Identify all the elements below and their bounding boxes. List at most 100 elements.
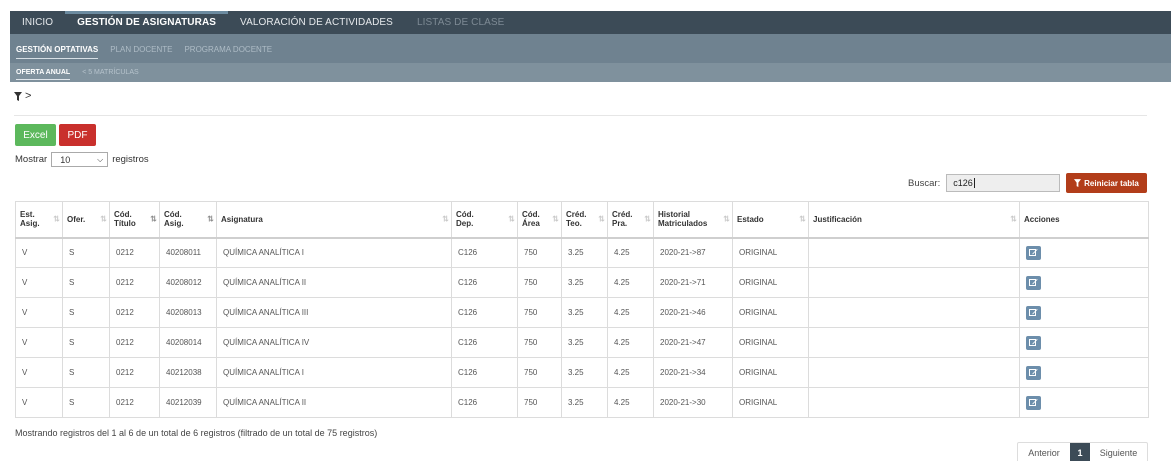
filter-icon — [14, 91, 22, 101]
col-header-justificacion[interactable]: Justificación ⇅ — [808, 201, 1020, 239]
cell-ofer: S — [62, 267, 110, 298]
sort-icon: ⇅ — [552, 214, 559, 224]
cell-cod-dep: C126 — [451, 387, 518, 418]
divider — [14, 115, 1147, 116]
edit-icon[interactable] — [1026, 245, 1041, 260]
pdf-export-button[interactable]: PDF — [59, 124, 96, 146]
prev-page-button[interactable]: Anterior — [1018, 443, 1070, 461]
cell-justificacion — [808, 267, 1020, 298]
sort-icon: ⇅ — [598, 214, 605, 224]
tab-gestion-asignaturas[interactable]: GESTIÓN DE ASIGNATURAS — [65, 11, 229, 34]
edit-icon[interactable] — [1026, 335, 1041, 350]
cell-cod-area: 750 — [517, 357, 562, 388]
cell-cod-dep: C126 — [451, 237, 518, 268]
cell-estado: ORIGINAL — [732, 327, 809, 358]
length-suffix: registros — [112, 154, 149, 165]
cell-cod-area: 750 — [517, 237, 562, 268]
edit-icon[interactable] — [1026, 275, 1041, 290]
col-header-cod-dep[interactable]: Cód. Dep. ⇅ — [451, 201, 518, 239]
col-header-historial[interactable]: Historial Matriculados ⇅ — [653, 201, 733, 239]
col-header-acciones: Acciones — [1019, 201, 1149, 239]
cell-cred-teo: 3.25 — [561, 357, 608, 388]
tab-oferta-anual[interactable]: OFERTA ANUAL — [10, 69, 76, 80]
col-header-asignatura[interactable]: Asignatura ⇅ — [216, 201, 452, 239]
cell-acciones — [1019, 267, 1149, 298]
cell-justificacion — [808, 357, 1020, 388]
col-header-ofer[interactable]: Ofer. ⇅ — [62, 201, 110, 239]
cell-ofer: S — [62, 387, 110, 418]
cell-historial: 2020-21->47 — [653, 327, 733, 358]
table-row: V S 0212 40208013 QUÍMICA ANALÍTICA III C126 7… — [15, 297, 1149, 328]
cell-estado: ORIGINAL — [732, 357, 809, 388]
subjects-table: Est. Asig. ⇅ Ofer. ⇅ Cód. Título ⇅ Cód. Asig. ⇅… — [15, 201, 1149, 418]
cell-asignatura: QUÍMICA ANALÍTICA IV — [216, 327, 452, 358]
tab-valoracion-actividades[interactable]: VALORACIÓN DE ACTIVIDADES — [228, 11, 405, 34]
col-header-cod-area[interactable]: Cód. Área ⇅ — [517, 201, 562, 239]
page-length-select[interactable]: 10 ⌵ — [51, 152, 109, 167]
cell-ofer: S — [62, 357, 110, 388]
table-row: V S 0212 40212038 QUÍMICA ANALÍTICA I C126 750… — [15, 357, 1149, 388]
cell-asignatura: QUÍMICA ANALÍTICA I — [216, 357, 452, 388]
cell-cod-titulo: 0212 — [109, 267, 160, 298]
reset-table-label: Reiniciar tabla — [1084, 178, 1139, 188]
cell-ofer: S — [62, 297, 110, 328]
cell-cod-dep: C126 — [451, 267, 518, 298]
cell-ofer: S — [62, 327, 110, 358]
cell-cod-dep: C126 — [451, 297, 518, 328]
cell-asignatura: QUÍMICA ANALÍTICA I — [216, 237, 452, 268]
cell-est-asig: V — [15, 297, 63, 328]
cell-historial: 2020-21->30 — [653, 387, 733, 418]
cell-est-asig: V — [15, 267, 63, 298]
tab-menos-5-matriculas[interactable]: < 5 MATRÍCULAS — [76, 69, 144, 76]
cell-asignatura: QUÍMICA ANALÍTICA III — [216, 297, 452, 328]
cell-cred-teo: 3.25 — [561, 327, 608, 358]
search-control: Buscar: c126 — [908, 174, 1061, 192]
page-1-button[interactable]: 1 — [1070, 443, 1090, 461]
table-row: V S 0212 40208014 QUÍMICA ANALÍTICA IV C126 75… — [15, 327, 1149, 358]
reset-table-button[interactable]: Reiniciar tabla — [1066, 173, 1147, 193]
cell-cred-teo: 3.25 — [561, 297, 608, 328]
col-header-cod-titulo[interactable]: Cód. Título ⇅ — [109, 201, 160, 239]
filter-toggle[interactable]: > — [14, 91, 31, 102]
next-page-button[interactable]: Siguiente — [1090, 443, 1147, 461]
cell-est-asig: V — [15, 327, 63, 358]
col-header-cred-pra[interactable]: Créd. Pra. ⇅ — [607, 201, 654, 239]
col-header-est-asig[interactable]: Est. Asig. ⇅ — [15, 201, 63, 239]
search-input[interactable]: c126 — [946, 174, 1061, 192]
col-header-estado[interactable]: Estado ⇅ — [732, 201, 809, 239]
cell-historial: 2020-21->34 — [653, 357, 733, 388]
cell-est-asig: V — [15, 357, 63, 388]
edit-icon[interactable] — [1026, 395, 1041, 410]
col-header-cred-teo[interactable]: Créd. Teo. ⇅ — [561, 201, 608, 239]
cell-cod-area: 750 — [517, 297, 562, 328]
sort-icon: ⇅ — [150, 214, 157, 224]
sort-icon: ⇅ — [723, 214, 730, 224]
cell-estado: ORIGINAL — [732, 297, 809, 328]
search-value: c126 — [953, 178, 973, 188]
text-cursor — [973, 178, 975, 188]
cell-acciones — [1019, 357, 1149, 388]
edit-icon[interactable] — [1026, 305, 1041, 320]
tab-plan-docente[interactable]: PLAN DOCENTE — [104, 45, 178, 54]
edit-icon[interactable] — [1026, 365, 1041, 380]
cell-cred-pra: 4.25 — [607, 357, 654, 388]
tab-listas-clase[interactable]: LISTAS DE CLASE — [405, 11, 516, 34]
cell-cod-dep: C126 — [451, 357, 518, 388]
sort-icon: ⇅ — [442, 214, 449, 224]
cell-justificacion — [808, 297, 1020, 328]
sort-icon: ⇅ — [799, 214, 806, 224]
tab-programa-docente[interactable]: PROGRAMA DOCENTE — [178, 45, 278, 54]
top-nav: INICIO GESTIÓN DE ASIGNATURAS VALORACIÓN… — [10, 11, 1171, 34]
cell-justificacion — [808, 237, 1020, 268]
cell-acciones — [1019, 237, 1149, 268]
cell-cred-teo: 3.25 — [561, 267, 608, 298]
cell-cod-dep: C126 — [451, 327, 518, 358]
cell-cred-pra: 4.25 — [607, 327, 654, 358]
col-header-cod-asig[interactable]: Cód. Asig. ⇅ — [159, 201, 217, 239]
tab-gestion-optativas[interactable]: GESTIÓN OPTATIVAS — [10, 45, 104, 59]
tab-inicio[interactable]: INICIO — [10, 11, 65, 34]
table-row: V S 0212 40208011 QUÍMICA ANALÍTICA I C126 750… — [15, 237, 1149, 268]
cell-historial: 2020-21->71 — [653, 267, 733, 298]
cell-cod-asig: 40208012 — [159, 267, 217, 298]
excel-export-button[interactable]: Excel — [15, 124, 56, 146]
